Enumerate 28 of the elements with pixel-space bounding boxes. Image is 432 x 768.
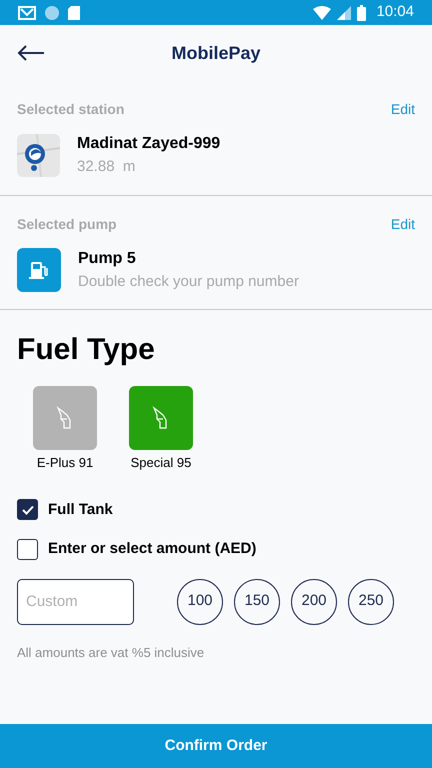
- check-icon: [22, 504, 34, 515]
- amount-option[interactable]: 250: [348, 578, 394, 624]
- checkbox-label: Enter or select amount (AED): [48, 539, 256, 559]
- wifi-icon: [313, 6, 332, 20]
- back-arrow-icon: [17, 45, 45, 61]
- circle-icon: [45, 6, 59, 20]
- checkbox-label: Full Tank: [48, 500, 113, 520]
- section-label: Selected station: [17, 100, 124, 119]
- pump-hint: Double check your pump number: [78, 272, 299, 292]
- custom-amount-field[interactable]: Custom: [17, 578, 134, 624]
- back-button[interactable]: [17, 43, 47, 63]
- signal-icon: [337, 6, 352, 20]
- pump-name: Pump 5: [78, 248, 137, 268]
- battery-icon: [357, 4, 366, 20]
- amount-option[interactable]: 150: [234, 578, 280, 624]
- checkbox[interactable]: [17, 538, 38, 560]
- station-distance: 32.88 m: [77, 157, 136, 177]
- checkbox[interactable]: [17, 499, 38, 520]
- station-name: Madinat Zayed-999: [77, 134, 220, 154]
- fuel-type-heading: Fuel Type: [17, 332, 156, 368]
- amount-option[interactable]: 200: [291, 578, 337, 624]
- mail-icon: [18, 6, 36, 20]
- page-title: MobilePay: [171, 42, 261, 65]
- vat-note: All amounts are vat %5 inclusive: [17, 644, 206, 662]
- section-label: Selected pump: [17, 214, 117, 234]
- amount-option[interactable]: 100: [177, 578, 223, 624]
- status-time: 10:04: [376, 2, 414, 22]
- sd-card-icon: [68, 6, 80, 20]
